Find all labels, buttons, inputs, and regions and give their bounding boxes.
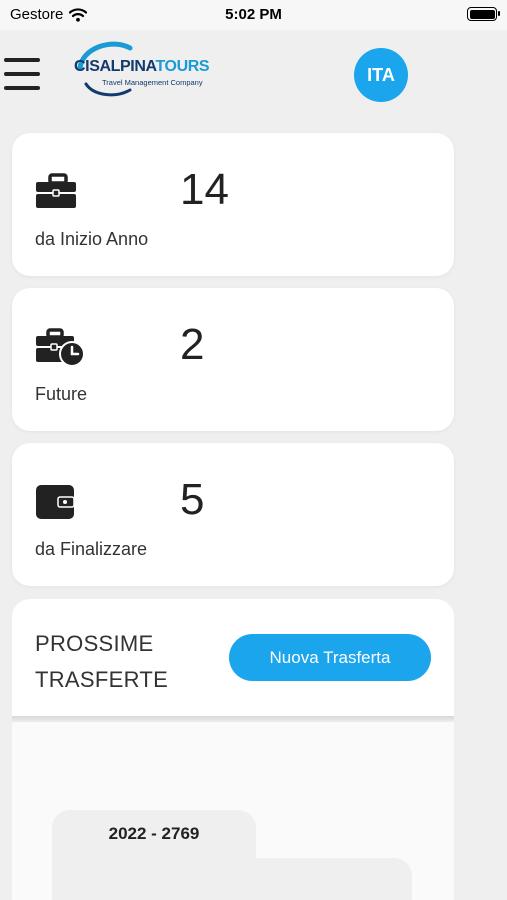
- upcoming-trips-title-line1: PROSSIME: [35, 631, 154, 656]
- screen: Gestore 5:02 PM CISALPINATOURS Travel Ma…: [0, 0, 507, 900]
- hamburger-icon[interactable]: [4, 58, 40, 90]
- status-time: 5:02 PM: [225, 6, 282, 23]
- logo-tagline: Travel Management Company: [102, 78, 203, 87]
- language-button[interactable]: ITA: [354, 48, 408, 102]
- company-logo: CISALPINATOURS Travel Management Company: [72, 38, 232, 98]
- upcoming-trips-header: PROSSIME TRASFERTE Nuova Trasferta: [12, 599, 454, 717]
- status-bar: Gestore 5:02 PM: [0, 0, 507, 30]
- stat-label-to-finalize: da Finalizzare: [35, 539, 148, 559]
- battery-level: [469, 9, 495, 19]
- stat-value-to-finalize: 5: [180, 475, 205, 524]
- new-trip-button[interactable]: Nuova Trasferta: [229, 634, 431, 681]
- stat-card-future[interactable]: 2 Future: [12, 288, 454, 431]
- stat-card-year[interactable]: 14 da Inizio Anno: [12, 133, 454, 276]
- wallet-icon: [36, 485, 75, 519]
- battery-icon: [467, 7, 500, 21]
- upcoming-trips-title-line2: TRASFERTE: [35, 667, 169, 692]
- trip-card[interactable]: … …: [52, 858, 412, 900]
- trips-list[interactable]: 2022 - 2769 … …: [12, 722, 454, 900]
- logo-wordmark: CISALPINATOURS: [74, 58, 210, 76]
- briefcase-clock-icon: [36, 328, 85, 367]
- app-header: CISALPINATOURS Travel Management Company…: [0, 30, 507, 120]
- stat-card-to-finalize[interactable]: 5 da Finalizzare: [12, 443, 454, 586]
- upcoming-trips-title: PROSSIME TRASFERTE: [35, 626, 168, 698]
- trip-destination-partial: …: [278, 884, 308, 900]
- stat-label-year: da Inizio Anno: [35, 229, 149, 249]
- stat-label-future: Future: [35, 384, 88, 404]
- briefcase-icon: [36, 173, 76, 208]
- trip-code-tab[interactable]: 2022 - 2769: [52, 810, 256, 858]
- logo-name-part2: TOURS: [155, 58, 210, 75]
- stat-value-future: 2: [180, 320, 205, 369]
- logo-name-part1: CISALPINA: [74, 58, 156, 75]
- trip-origin-partial: …: [92, 884, 122, 900]
- stat-value-year: 14: [180, 165, 229, 214]
